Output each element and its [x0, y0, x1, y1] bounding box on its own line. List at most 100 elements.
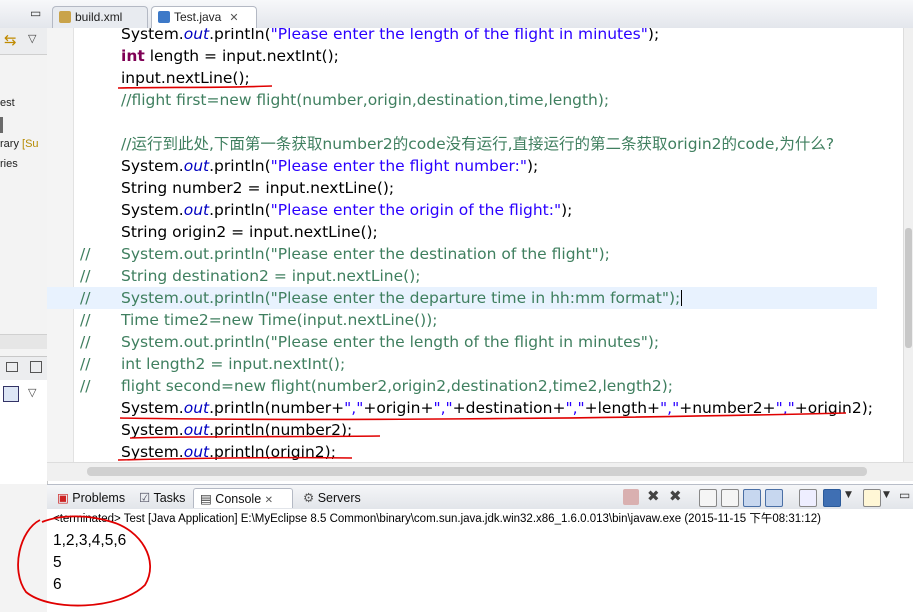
- bottom-view-tab-bar: ▣ Problems ☑ Tasks ▤ Console ✕ ⚙ Servers…: [47, 484, 913, 510]
- code-text: int length2 = input.nextInt();: [121, 355, 346, 373]
- code-text: System.out.println("Please enter the des…: [121, 245, 610, 263]
- code-line[interactable]: System.out.println(origin2);: [47, 441, 877, 463]
- code-editor[interactable]: System.out.println("Please enter the len…: [47, 28, 913, 480]
- code-line[interactable]: System.out.println("Please enter the len…: [47, 28, 877, 45]
- tab-label: Console: [215, 492, 262, 506]
- code-line[interactable]: String number2 = input.nextLine();: [47, 177, 877, 199]
- code-line[interactable]: System.out.println(number2);: [47, 419, 877, 441]
- code-text: Time time2=new Time(input.nextLine());: [121, 311, 438, 329]
- editor-horizontal-scrollbar[interactable]: [47, 462, 913, 481]
- tab-label: Problems: [72, 491, 126, 505]
- hierarchy-icon[interactable]: [3, 386, 19, 402]
- line-comment-marker: //: [80, 333, 91, 351]
- package-explorer-header: ▭: [0, 0, 47, 29]
- package-explorer-panel: [0, 0, 48, 612]
- remove-all-icon[interactable]: ✖: [669, 487, 682, 505]
- code-text: System.out.println("Please enter the len…: [121, 28, 660, 43]
- code-line[interactable]: // String destination2 = input.nextLine()…: [47, 265, 877, 287]
- code-line[interactable]: // int length2 = input.nextInt();: [47, 353, 877, 375]
- tab-console[interactable]: ▤ Console ✕: [193, 488, 293, 508]
- chevron-down-icon[interactable]: ▼: [845, 490, 852, 500]
- view-menu-icon[interactable]: ▽: [28, 32, 36, 45]
- chevron-down-icon[interactable]: ▼: [883, 490, 890, 500]
- clear-console-icon[interactable]: [699, 489, 717, 507]
- console-icon: ▤: [200, 492, 212, 506]
- tab-label: Test.java: [174, 10, 222, 24]
- tab-tasks[interactable]: ☑ Tasks: [133, 488, 191, 508]
- code-text: //运行到此处,下面第一条获取number2的code没有运行,直接运行的第二条…: [121, 135, 835, 153]
- tree-item-libraries[interactable]: ries: [0, 158, 18, 170]
- code-text: String origin2 = input.nextLine();: [121, 223, 378, 241]
- close-icon[interactable]: ✕: [229, 12, 238, 24]
- servers-icon: ⚙: [303, 491, 315, 505]
- close-icon[interactable]: ✕: [265, 495, 273, 506]
- code-line[interactable]: int length = input.nextInt();: [47, 45, 877, 67]
- code-line[interactable]: // System.out.println("Please enter the l…: [47, 331, 877, 353]
- code-line[interactable]: // flight second=new flight(number2,origi…: [47, 375, 877, 397]
- line-comment-marker: //: [80, 377, 91, 395]
- code-text: System.out.println("Please enter the dep…: [121, 289, 683, 307]
- minimize-icon[interactable]: [6, 362, 18, 372]
- code-line[interactable]: input.nextLine();: [47, 67, 877, 89]
- back-forward-icon[interactable]: ⇆: [4, 31, 17, 49]
- tab-label: Tasks: [153, 491, 186, 505]
- code-line[interactable]: // System.out.println("Please enter the d…: [47, 243, 877, 265]
- tab-test-java[interactable]: Test.java ✕: [151, 6, 257, 28]
- code-line[interactable]: [47, 111, 877, 133]
- tree-item-library[interactable]: rary [Su: [0, 138, 39, 150]
- tasks-icon: ☑: [139, 491, 151, 505]
- line-comment-marker: //: [80, 267, 91, 285]
- remove-launch-icon[interactable]: ✖: [647, 487, 660, 505]
- code-line[interactable]: System.out.println("Please enter the fli…: [47, 155, 877, 177]
- terminate-icon[interactable]: [623, 489, 639, 505]
- code-text: System.out.println("Please enter the len…: [121, 333, 660, 351]
- minimize-icon[interactable]: ▭: [30, 6, 41, 20]
- code-text: System.out.println(origin2);: [121, 443, 336, 461]
- package-explorer-toolbar: ⇆ ▽: [0, 28, 47, 55]
- code-line[interactable]: System.out.println("Please enter the ori…: [47, 199, 877, 221]
- tree-item-test[interactable]: est: [0, 97, 15, 109]
- code-line[interactable]: String origin2 = input.nextLine();: [47, 221, 877, 243]
- code-line[interactable]: // Time time2=new Time(input.nextLine());: [47, 309, 877, 331]
- console-status-line: <terminated> Test [Java Application] E:\…: [47, 509, 913, 529]
- code-text: input.nextLine();: [121, 69, 250, 87]
- maximize-icon[interactable]: [30, 361, 42, 373]
- xml-file-icon: [59, 11, 71, 23]
- code-text: int length = input.nextInt();: [121, 47, 339, 65]
- minimize-icon[interactable]: ▭: [899, 488, 910, 502]
- open-console-icon[interactable]: [863, 489, 881, 507]
- scrollbar-thumb[interactable]: [87, 467, 867, 476]
- console-output[interactable]: 1,2,3,4,5,6 5 6: [47, 529, 913, 612]
- tree-item-label: ries: [0, 158, 18, 170]
- outline-view: ▽: [0, 380, 47, 484]
- code-line[interactable]: //运行到此处,下面第一条获取number2的code没有运行,直接运行的第二条…: [47, 133, 877, 155]
- view-menu-icon[interactable]: ▽: [28, 386, 36, 399]
- scroll-lock-icon[interactable]: [721, 489, 739, 507]
- code-text: System.out.println("Please enter the fli…: [121, 157, 539, 175]
- vertical-scrollbar[interactable]: [903, 28, 913, 480]
- code-line[interactable]: // System.out.println("Please enter the d…: [47, 287, 877, 309]
- console-output-line: 5: [53, 554, 62, 571]
- console-output-line: 6: [53, 576, 62, 593]
- problems-icon: ▣: [57, 491, 69, 505]
- horizontal-scrollbar[interactable]: [0, 334, 47, 349]
- tree-item-marker: [0, 117, 3, 133]
- code-line[interactable]: System.out.println(number+","+origin+","…: [47, 397, 877, 419]
- tab-label: Servers: [317, 491, 361, 505]
- tab-label: build.xml: [75, 10, 123, 24]
- code-line[interactable]: //flight first=new flight(number,origin,…: [47, 89, 877, 111]
- pin-console-icon[interactable]: [799, 489, 817, 507]
- console-output-line: 1,2,3,4,5,6: [53, 532, 127, 549]
- tab-build-xml[interactable]: build.xml: [52, 6, 148, 28]
- show-on-error-icon[interactable]: [765, 489, 783, 507]
- scrollbar-thumb[interactable]: [905, 228, 912, 348]
- line-comment-marker: //: [80, 289, 91, 307]
- tab-servers[interactable]: ⚙ Servers: [297, 488, 367, 508]
- tab-problems[interactable]: ▣ Problems: [51, 488, 131, 508]
- show-on-output-icon[interactable]: [743, 489, 761, 507]
- display-console-icon[interactable]: [823, 489, 841, 507]
- tree-item-label: est: [0, 97, 15, 109]
- code-text: String number2 = input.nextLine();: [121, 179, 395, 197]
- tree-item-label: rary: [0, 138, 19, 150]
- line-comment-marker: //: [80, 245, 91, 263]
